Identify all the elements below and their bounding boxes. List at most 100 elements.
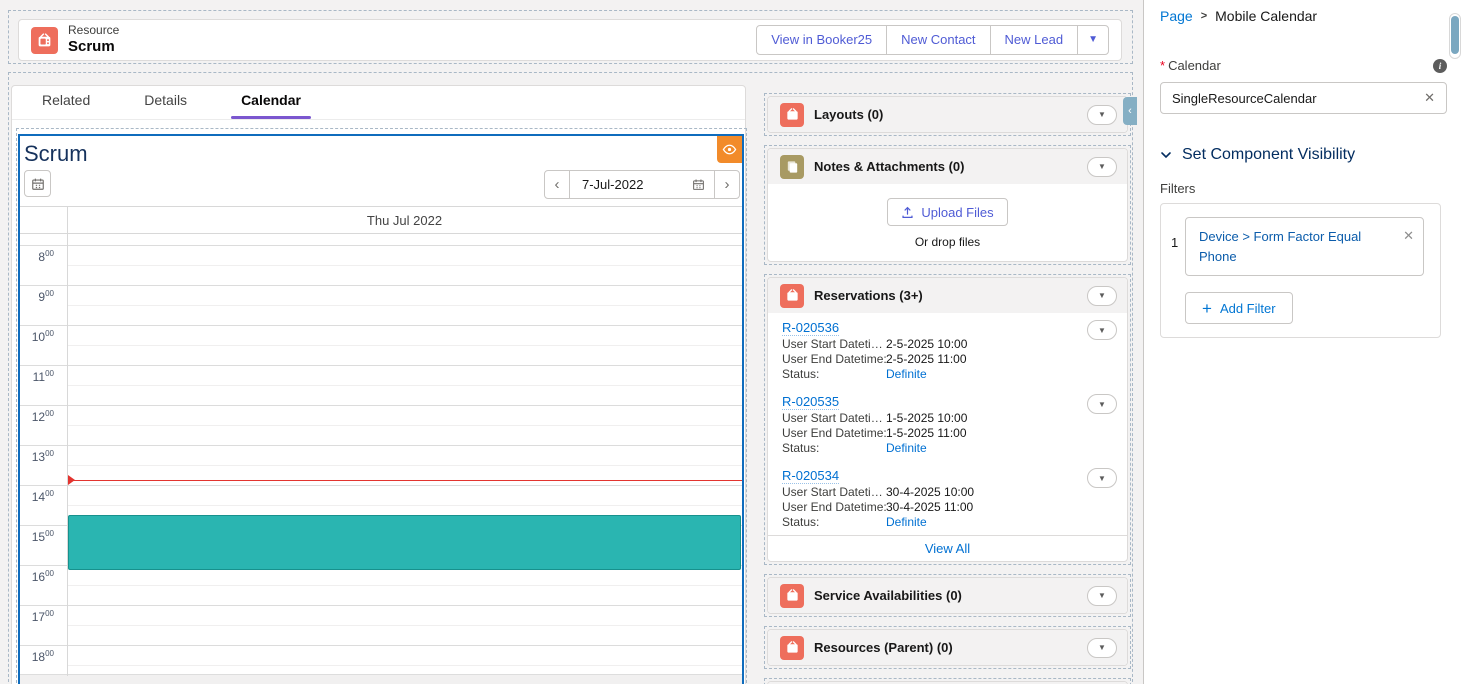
hour-slot[interactable] [67, 286, 742, 325]
set-component-visibility-section[interactable]: Set Component Visibility [1160, 146, 1447, 164]
caret-down-icon: ▼ [1098, 291, 1106, 300]
chevron-left-icon: ‹ [1128, 105, 1132, 117]
eye-icon [722, 142, 737, 157]
layouts-menu-button[interactable]: ▼ [1087, 105, 1117, 125]
date-input[interactable]: 7-Jul-2022 [569, 170, 715, 199]
hour-label: 800 [20, 246, 67, 285]
breadcrumb-page-link[interactable]: Page [1160, 8, 1193, 24]
hour-row: 1300 [20, 445, 742, 485]
hour-slot[interactable] [67, 406, 742, 445]
time-grid: 8009001000110012001300140015001600170018… [20, 234, 742, 674]
hour-slot[interactable] [67, 246, 742, 285]
status-value-link[interactable]: Definite [886, 516, 927, 529]
plus-icon: + [1202, 300, 1212, 317]
chevron-right-icon: › [725, 176, 730, 193]
resources-parent-card-region: Resources (Parent) (0) ▼ [764, 626, 1131, 669]
hour-slot[interactable] [67, 366, 742, 405]
hour-label: 1300 [20, 446, 67, 485]
service-availabilities-object-icon [780, 584, 804, 608]
field-label: User End Datetime: [782, 427, 886, 440]
grid-spacer [20, 234, 742, 245]
hour-label: 1500 [20, 526, 67, 565]
current-time-arrow-icon [68, 475, 75, 485]
visibility-eye-badge[interactable] [717, 136, 742, 163]
visibility-filter-button[interactable]: Device > Form Factor Equal Phone ✕ [1185, 217, 1424, 276]
calendar-title: Scrum [24, 141, 88, 167]
remove-filter-icon[interactable]: ✕ [1403, 226, 1414, 246]
collapse-panel-handle[interactable]: ‹ [1123, 97, 1137, 125]
status-value-link[interactable]: Definite [886, 442, 927, 455]
calendar-component: Scrum ‹ [18, 134, 744, 684]
field-label: Status: [782, 368, 886, 381]
reservation-row-menu-button[interactable]: ▼ [1087, 468, 1117, 488]
chevron-down-icon [1160, 149, 1172, 161]
new-contact-button[interactable]: New Contact [886, 25, 990, 55]
reservation-row-menu-button[interactable]: ▼ [1087, 320, 1117, 340]
reservation-event-block[interactable] [68, 515, 741, 570]
reservations-menu-button[interactable]: ▼ [1087, 286, 1117, 306]
calendar-view-button[interactable] [24, 170, 51, 197]
required-star-icon: * [1160, 58, 1165, 73]
reservation-link[interactable]: R-020536 [782, 320, 839, 336]
more-actions-button[interactable]: ▼ [1077, 25, 1109, 55]
status-value-link[interactable]: Definite [886, 368, 927, 381]
calendar-icon [31, 177, 45, 191]
filter-index: 1 [1171, 217, 1185, 250]
notes-card-title: Notes & Attachments (0) [814, 159, 964, 174]
notes-card-region: Notes & Attachments (0) ▼ Upload Files O… [764, 145, 1131, 265]
add-filter-button[interactable]: + Add Filter [1185, 292, 1293, 324]
info-icon[interactable]: i [1433, 59, 1447, 73]
layouts-card-title: Layouts (0) [814, 107, 883, 122]
filters-group: 1 Device > Form Factor Equal Phone ✕ + A… [1160, 203, 1441, 338]
panel-scrollbar-thumb[interactable] [1451, 16, 1459, 54]
field-value: 2-5-2025 11:00 [886, 353, 967, 366]
breadcrumb-current: Mobile Calendar [1215, 8, 1317, 24]
date-navigation: ‹ 7-Jul-2022 › [544, 170, 740, 199]
date-value: 7-Jul-2022 [582, 177, 643, 192]
add-filter-label: Add Filter [1220, 301, 1276, 316]
reservation-row-menu-button[interactable]: ▼ [1087, 394, 1117, 414]
new-lead-button[interactable]: New Lead [990, 25, 1079, 55]
tab-related[interactable]: Related [30, 92, 102, 119]
next-day-button[interactable]: › [714, 170, 740, 199]
notes-menu-button[interactable]: ▼ [1087, 157, 1117, 177]
caret-down-icon: ▼ [1098, 400, 1106, 409]
view-in-booker25-button[interactable]: View in Booker25 [756, 25, 887, 55]
record-tabs-card: Related Details Calendar Scrum [11, 85, 746, 684]
hour-slot[interactable] [67, 566, 742, 605]
reservation-link[interactable]: R-020535 [782, 394, 839, 410]
current-time-line [68, 480, 742, 481]
tab-calendar[interactable]: Calendar [229, 92, 313, 119]
notes-card-header: Notes & Attachments (0) ▼ [768, 149, 1127, 184]
calendar-field-input[interactable]: SingleResourceCalendar ✕ [1160, 82, 1447, 114]
view-all-link[interactable]: View All [768, 535, 1127, 561]
caret-down-icon: ▼ [1098, 162, 1106, 171]
hour-label: 1200 [20, 406, 67, 445]
resource-object-icon [31, 27, 58, 54]
visibility-filter-text: Device > Form Factor Equal Phone [1199, 229, 1361, 264]
previous-day-button[interactable]: ‹ [544, 170, 570, 199]
upload-files-button[interactable]: Upload Files [887, 198, 1007, 226]
tab-details[interactable]: Details [132, 92, 199, 119]
properties-panel: Page > Mobile Calendar * Calendar i Sing… [1143, 0, 1463, 684]
hour-slot[interactable] [67, 606, 742, 645]
time-gutter-divider [67, 206, 68, 676]
record-name: Scrum [68, 38, 119, 55]
reservations-card-header: Reservations (3+) ▼ [768, 278, 1127, 313]
header-region: Resource Scrum View in Booker25 New Cont… [8, 10, 1133, 64]
reservation-row: R-020536 ▼ User Start Dateti…2-5-2025 10… [768, 313, 1127, 387]
layouts-object-icon [780, 103, 804, 127]
calendar-scroll-strip[interactable] [20, 674, 742, 684]
service-availabilities-menu-button[interactable]: ▼ [1087, 586, 1117, 606]
clear-field-icon[interactable]: ✕ [1424, 90, 1435, 106]
field-label: Status: [782, 442, 886, 455]
panel-scrollbar-track[interactable] [1449, 13, 1461, 59]
field-value: 2-5-2025 10:00 [886, 338, 967, 351]
reservation-link[interactable]: R-020534 [782, 468, 839, 484]
resources-parent-menu-button[interactable]: ▼ [1087, 638, 1117, 658]
hour-label: 1100 [20, 366, 67, 405]
field-value: 1-5-2025 10:00 [886, 412, 967, 425]
hour-slot[interactable] [67, 326, 742, 365]
reservation-row: R-020534 ▼ User Start Dateti…30-4-2025 1… [768, 461, 1127, 535]
hour-slot[interactable] [67, 646, 742, 674]
